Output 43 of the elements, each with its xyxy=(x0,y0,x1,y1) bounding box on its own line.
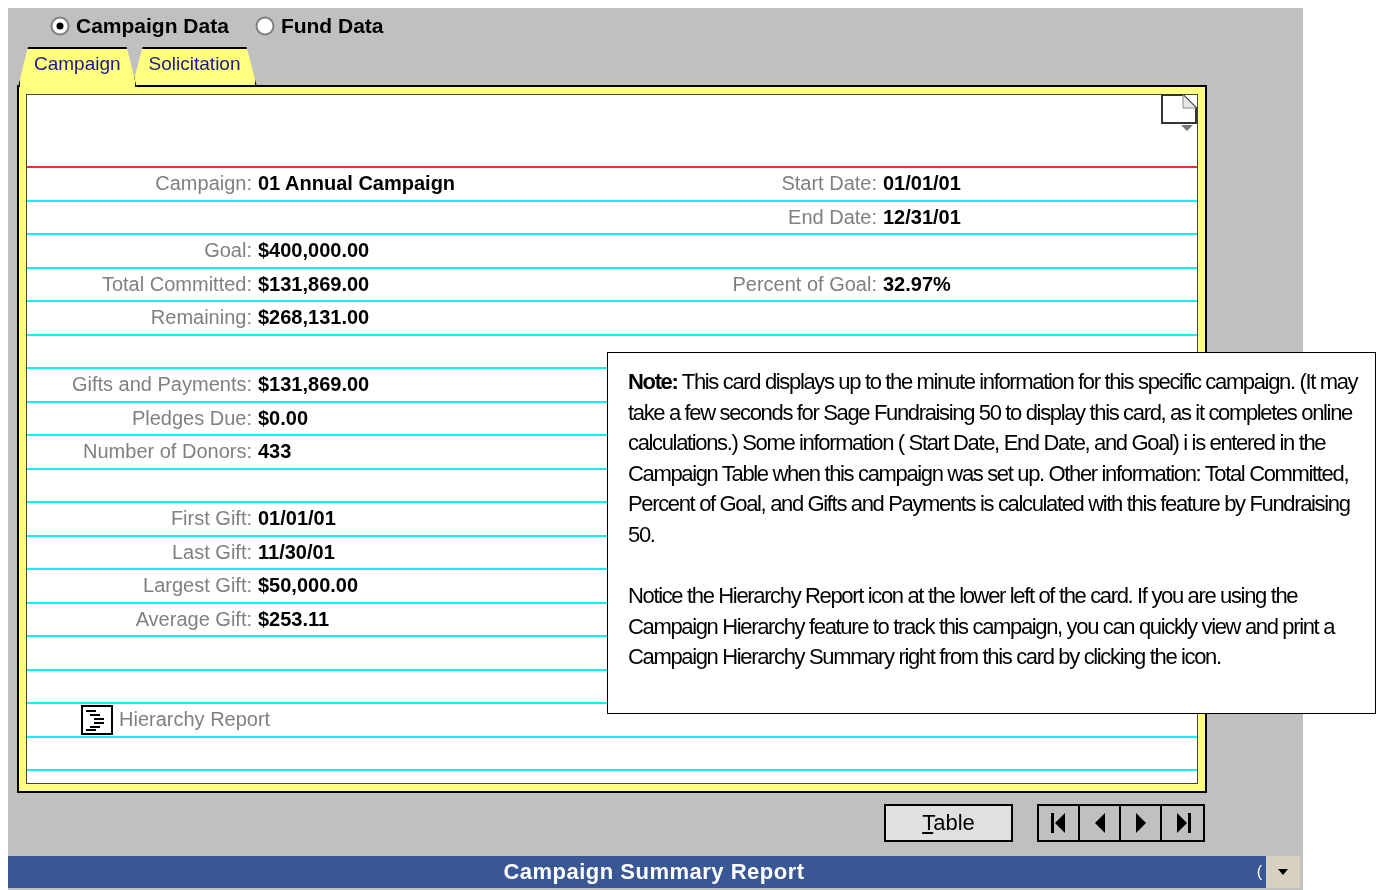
field-value: 433 xyxy=(258,440,292,464)
field-label: Largest Gift: xyxy=(142,574,252,598)
field-value: 01 Annual Campaign xyxy=(258,172,456,196)
field-label: Campaign: xyxy=(154,172,252,196)
radio-button[interactable] xyxy=(254,16,275,36)
field-value: $253.11 xyxy=(258,607,330,631)
field-label: Last Gift: xyxy=(170,540,252,564)
field-label: Average Gift: xyxy=(134,607,252,631)
field-label: First Gift: xyxy=(169,507,252,531)
note-paragraph: Note: This card displays up to the minute information for this specific campaign. (It may take a few seconds for Sage Fundraising 50 to display this card, as it completes online calculations.) Some information ( Start Date, End Date, and Goal) i is entered in the Campaign Table when this campaign was set up. Other information: Total Committed, Percent of Goal, and Gifts and Payments is calculated with this feature by Fundraising 50. xyxy=(628,368,1359,549)
field-value: 01/01/01 xyxy=(258,507,336,531)
field-value: $400,000.00 xyxy=(258,239,370,263)
field-label: Total Committed: xyxy=(100,272,252,296)
field-value: 01/01/01 xyxy=(883,172,961,196)
report-icon[interactable] xyxy=(81,704,113,735)
field-label: Percent of Goal: xyxy=(731,272,877,296)
field-label: Goal: xyxy=(203,239,252,263)
report-title: Campaign Summary Report xyxy=(503,859,805,885)
radio-label[interactable]: Campaign Data xyxy=(76,14,229,38)
field-value: $131,869.00 xyxy=(258,272,370,296)
field-value: 11/30/01 xyxy=(258,540,335,564)
tab[interactable]: Campaign xyxy=(18,47,137,87)
table-button[interactable]: Table xyxy=(884,804,1013,842)
radio-button[interactable] xyxy=(50,16,70,36)
field-label: Remaining: xyxy=(149,306,252,330)
field-label: Gifts and Payments: xyxy=(70,373,252,397)
field-label: Pledges Due: xyxy=(130,406,252,430)
hierarchy-report-link[interactable]: Hierarchy Report xyxy=(119,708,271,732)
field-label: Number of Donors: xyxy=(82,440,252,464)
field-value: $131,869.00 xyxy=(258,373,370,397)
field-value: $268,131.00 xyxy=(258,306,370,330)
field-value: 12/31/01 xyxy=(883,205,961,229)
field-label: End Date: xyxy=(787,205,877,229)
dropdown-button[interactable] xyxy=(1266,856,1300,888)
field-label: Start Date: xyxy=(780,172,877,196)
note-paragraph: Notice the Hierarchy Report icon at the lower left of the card. If you are using the Campaign Hierarchy feature to track this campaign, you can quickly view and print a Campaign Hierarchy Summary right from this card by clicking the icon. xyxy=(628,582,1336,672)
caret-icon xyxy=(1278,869,1288,875)
status-text: ( xyxy=(1256,863,1262,881)
field-value: 32.97% xyxy=(883,272,951,296)
radio-label[interactable]: Fund Data xyxy=(280,14,384,38)
tab[interactable]: Solicitation xyxy=(132,47,257,85)
field-value: $50,000.00 xyxy=(258,574,359,598)
field-value: $0.00 xyxy=(258,406,309,430)
